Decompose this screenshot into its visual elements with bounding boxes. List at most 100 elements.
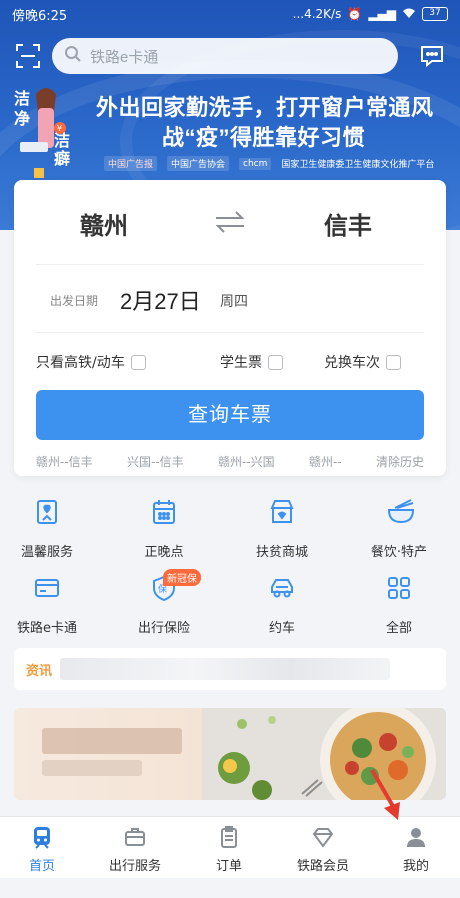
arrival-station[interactable]: 信丰 bbox=[324, 206, 372, 241]
option-high-speed-only[interactable]: 只看高铁/动车 bbox=[36, 352, 146, 372]
person-icon bbox=[404, 825, 428, 849]
nav-travel-services[interactable]: 出行服务 bbox=[89, 825, 181, 875]
history-item[interactable]: 赣州--兴国 bbox=[218, 453, 275, 470]
ticket-search-card: 赣州 信丰 出发日期 2月27日 周四 只看高铁/动车 学生票 兑换车次 查询车… bbox=[14, 180, 446, 476]
svg-text:癖: 癖 bbox=[54, 149, 70, 168]
option-label: 兑换车次 bbox=[324, 355, 380, 371]
service-poverty-mall[interactable]: 扶贫商城 bbox=[232, 498, 332, 568]
history-item[interactable]: 赣州-- bbox=[309, 453, 342, 470]
student-checkbox[interactable] bbox=[268, 354, 283, 370]
service-dining-specialty[interactable]: 餐饮·特产 bbox=[349, 498, 449, 568]
service-rail-ecard[interactable]: 铁路e卡通 bbox=[0, 574, 97, 644]
train-icon bbox=[30, 825, 54, 849]
partner-logo-caa: 中国广告协会 bbox=[167, 156, 230, 171]
news-tag: 资讯 bbox=[26, 664, 53, 679]
partner-logos: 中国广告报 中国广告协会 chcm 国家卫生健康委卫生健康文化推广平台 bbox=[104, 156, 434, 171]
service-label: 餐饮·特产 bbox=[370, 545, 428, 560]
promo-banner[interactable]: 洁 净 洁 癖 ¥ 外出回家勤洗手，打开窗户常通风 战“疫”得胜靠好习惯 中国广… bbox=[0, 84, 460, 184]
swap-stations-icon[interactable] bbox=[210, 208, 250, 236]
history-item[interactable]: 兴国--信丰 bbox=[127, 453, 184, 470]
service-grid: 温馨服务 正晚点 扶贫商城 餐饮·特产 铁路e卡通 保 出行保险 约车 全部 bbox=[0, 490, 460, 640]
top-bar: 铁路e卡通 bbox=[0, 36, 460, 76]
nav-label: 我的 bbox=[402, 859, 429, 874]
nav-my-account[interactable]: 我的 bbox=[370, 825, 460, 875]
service-delay-status[interactable]: 正晚点 bbox=[114, 498, 214, 568]
signal-icon: ▂▄▆ bbox=[368, 7, 396, 21]
nav-label: 首页 bbox=[28, 859, 55, 874]
message-icon[interactable] bbox=[418, 42, 446, 70]
car-icon bbox=[268, 574, 296, 602]
option-exchange-train[interactable]: 兑换车次 bbox=[324, 352, 401, 372]
service-label: 扶贫商城 bbox=[255, 545, 308, 560]
clear-history-button[interactable]: 清除历史 bbox=[376, 453, 424, 470]
heart-doc-icon bbox=[33, 498, 61, 526]
svg-text:洁: 洁 bbox=[54, 131, 70, 150]
banner-headline: 外出回家勤洗手，打开窗户常通风 bbox=[96, 95, 434, 120]
food-plate-illustration bbox=[202, 708, 446, 800]
svg-text:净: 净 bbox=[14, 109, 30, 128]
annotation-arrow-icon bbox=[370, 768, 400, 820]
diamond-icon bbox=[311, 825, 335, 849]
service-label: 温馨服务 bbox=[20, 545, 73, 560]
battery-icon: 37 bbox=[422, 7, 448, 21]
query-tickets-button[interactable]: 查询车票 bbox=[36, 390, 424, 440]
calendar-icon bbox=[150, 498, 178, 526]
news-headline-blurred bbox=[60, 658, 390, 680]
service-all[interactable]: 全部 bbox=[349, 574, 449, 644]
status-bar: 傍晚6:25 ...4.2K/s ⏰ ▂▄▆ 37 bbox=[0, 0, 460, 28]
shop-icon bbox=[268, 498, 296, 526]
option-label: 学生票 bbox=[220, 355, 262, 371]
nav-membership[interactable]: 铁路会员 bbox=[277, 825, 369, 875]
nav-label: 订单 bbox=[215, 859, 242, 874]
alarm-icon: ⏰ bbox=[347, 7, 363, 21]
date-label: 出发日期 bbox=[50, 294, 99, 308]
history-item[interactable]: 赣州--信丰 bbox=[36, 453, 93, 470]
service-label: 铁路e卡通 bbox=[17, 621, 77, 636]
service-ride-hailing[interactable]: 约车 bbox=[232, 574, 332, 644]
system-nav-area bbox=[0, 878, 460, 898]
wifi-icon bbox=[402, 7, 416, 22]
option-label: 只看高铁/动车 bbox=[36, 355, 125, 371]
partner-logo-newspaper: 中国广告报 bbox=[104, 156, 158, 171]
bottom-navigation: 首页 出行服务 订单 铁路会员 我的 bbox=[0, 816, 460, 878]
card-icon bbox=[33, 574, 61, 602]
option-student-ticket[interactable]: 学生票 bbox=[220, 352, 283, 372]
grid-icon bbox=[385, 574, 413, 602]
search-placeholder: 铁路e卡通 bbox=[90, 48, 159, 66]
nav-label: 出行服务 bbox=[108, 859, 161, 874]
scan-icon[interactable] bbox=[14, 42, 42, 70]
banner-subheadline: 战“疫”得胜靠好习惯 bbox=[162, 125, 366, 150]
noodle-bowl-icon bbox=[385, 498, 415, 526]
service-label: 约车 bbox=[268, 621, 295, 636]
partner-platform: 国家卫生健康委卫生健康文化推广平台 bbox=[281, 160, 435, 170]
search-icon bbox=[64, 45, 82, 67]
nav-label: 铁路会员 bbox=[296, 859, 349, 874]
promo-text-blurred bbox=[42, 760, 142, 776]
exchange-checkbox[interactable] bbox=[386, 354, 401, 370]
service-warm-service[interactable]: 温馨服务 bbox=[0, 498, 97, 568]
status-indicators: ...4.2K/s ⏰ ▂▄▆ 37 bbox=[293, 7, 448, 22]
new-insurance-badge: 新冠保 bbox=[163, 569, 201, 586]
nav-orders[interactable]: 订单 bbox=[183, 825, 275, 875]
handwash-illustration: 洁 净 洁 癖 ¥ bbox=[10, 84, 82, 180]
service-label: 出行保险 bbox=[137, 621, 190, 636]
clipboard-icon bbox=[217, 825, 241, 849]
svg-text:¥: ¥ bbox=[57, 124, 62, 133]
search-history: 赣州--信丰 兴国--信丰 赣州--兴国 赣州-- 清除历史 bbox=[36, 453, 424, 470]
departure-station[interactable]: 赣州 bbox=[80, 206, 128, 241]
suitcase-icon bbox=[123, 825, 147, 849]
service-label: 全部 bbox=[385, 621, 412, 636]
news-bar[interactable]: 资讯 bbox=[14, 648, 446, 690]
high-speed-checkbox[interactable] bbox=[130, 354, 146, 370]
service-label: 正晚点 bbox=[144, 545, 184, 560]
divider bbox=[36, 264, 424, 265]
promo-text-blurred bbox=[42, 728, 182, 754]
departure-weekday: 周四 bbox=[220, 294, 248, 310]
status-time: 傍晚6:25 bbox=[12, 8, 68, 24]
svg-text:洁: 洁 bbox=[14, 89, 30, 108]
network-speed: ...4.2K/s bbox=[292, 7, 342, 21]
nav-home[interactable]: 首页 bbox=[0, 825, 88, 875]
partner-logo-chcm: chcm bbox=[239, 157, 272, 170]
search-input[interactable]: 铁路e卡通 bbox=[52, 38, 398, 74]
departure-date[interactable]: 2月27日 bbox=[120, 284, 201, 316]
